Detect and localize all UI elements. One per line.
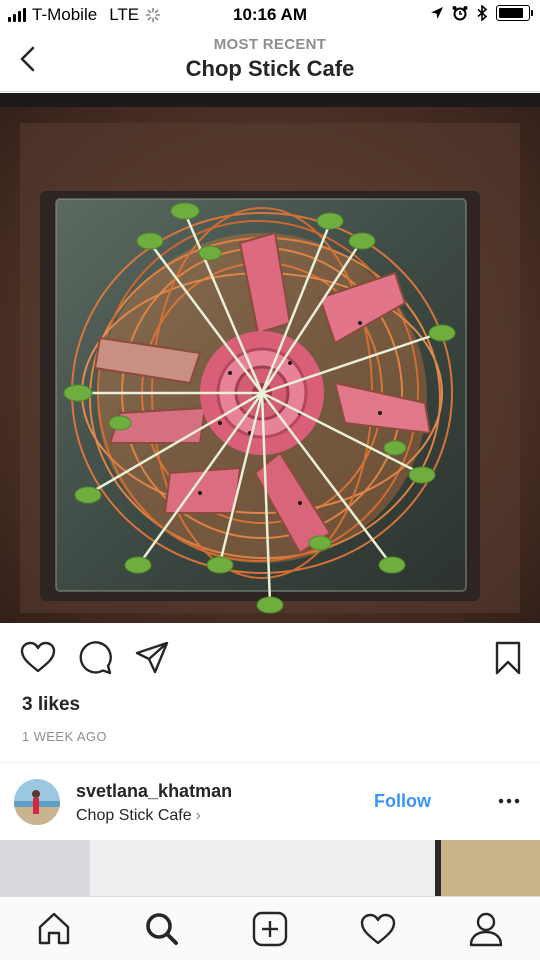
username-link[interactable]: svetlana_khatman <box>76 781 232 802</box>
location-arrow-icon <box>431 7 443 19</box>
post-image[interactable] <box>0 93 540 623</box>
heart-icon <box>20 641 56 673</box>
account-row: svetlana_khatman Chop Stick Cafe › Follow <box>0 762 540 840</box>
food-photo <box>0 93 540 623</box>
share-button[interactable] <box>134 640 170 676</box>
more-dots-icon <box>498 798 520 804</box>
add-post-icon <box>252 911 288 947</box>
chevron-right-icon: › <box>195 807 201 824</box>
next-post-image[interactable] <box>0 840 540 896</box>
tab-home[interactable] <box>34 909 74 949</box>
comment-icon <box>79 641 112 675</box>
share-icon <box>135 641 169 674</box>
page-title: Chop Stick Cafe <box>185 56 355 81</box>
home-icon <box>38 912 70 945</box>
follow-button[interactable]: Follow <box>374 791 431 812</box>
comment-button[interactable] <box>78 640 114 676</box>
battery-fill <box>499 8 523 18</box>
status-right <box>430 5 533 21</box>
post-actions <box>0 640 540 680</box>
more-options-button[interactable] <box>494 789 524 813</box>
next-post-photo <box>0 840 540 896</box>
header-subtitle: MOST RECENT <box>213 36 327 53</box>
tab-new-post[interactable] <box>250 909 290 949</box>
like-button[interactable] <box>20 640 56 676</box>
search-icon <box>146 913 178 945</box>
header: MOST RECENT Chop Stick Cafe <box>0 30 540 92</box>
bluetooth-icon <box>477 5 488 21</box>
battery-icon <box>496 5 533 21</box>
status-bar: T-Mobile LTE 10:16 AM <box>0 0 540 30</box>
activity-heart-icon <box>360 913 396 945</box>
alarm-icon <box>452 6 468 21</box>
bookmark-icon <box>495 641 521 675</box>
likes-count[interactable]: 3 likes <box>22 694 80 716</box>
tab-profile[interactable] <box>466 909 506 949</box>
profile-icon <box>469 912 503 947</box>
post-timestamp: 1 WEEK AGO <box>22 729 107 744</box>
tab-search[interactable] <box>142 909 182 949</box>
avatar[interactable] <box>14 779 60 825</box>
tab-activity[interactable] <box>358 909 398 949</box>
tab-bar <box>0 896 540 960</box>
avatar-image <box>14 779 60 825</box>
location-label: Chop Stick Cafe <box>76 807 192 824</box>
location-link[interactable]: Chop Stick Cafe › <box>76 807 201 825</box>
save-button[interactable] <box>490 640 526 676</box>
